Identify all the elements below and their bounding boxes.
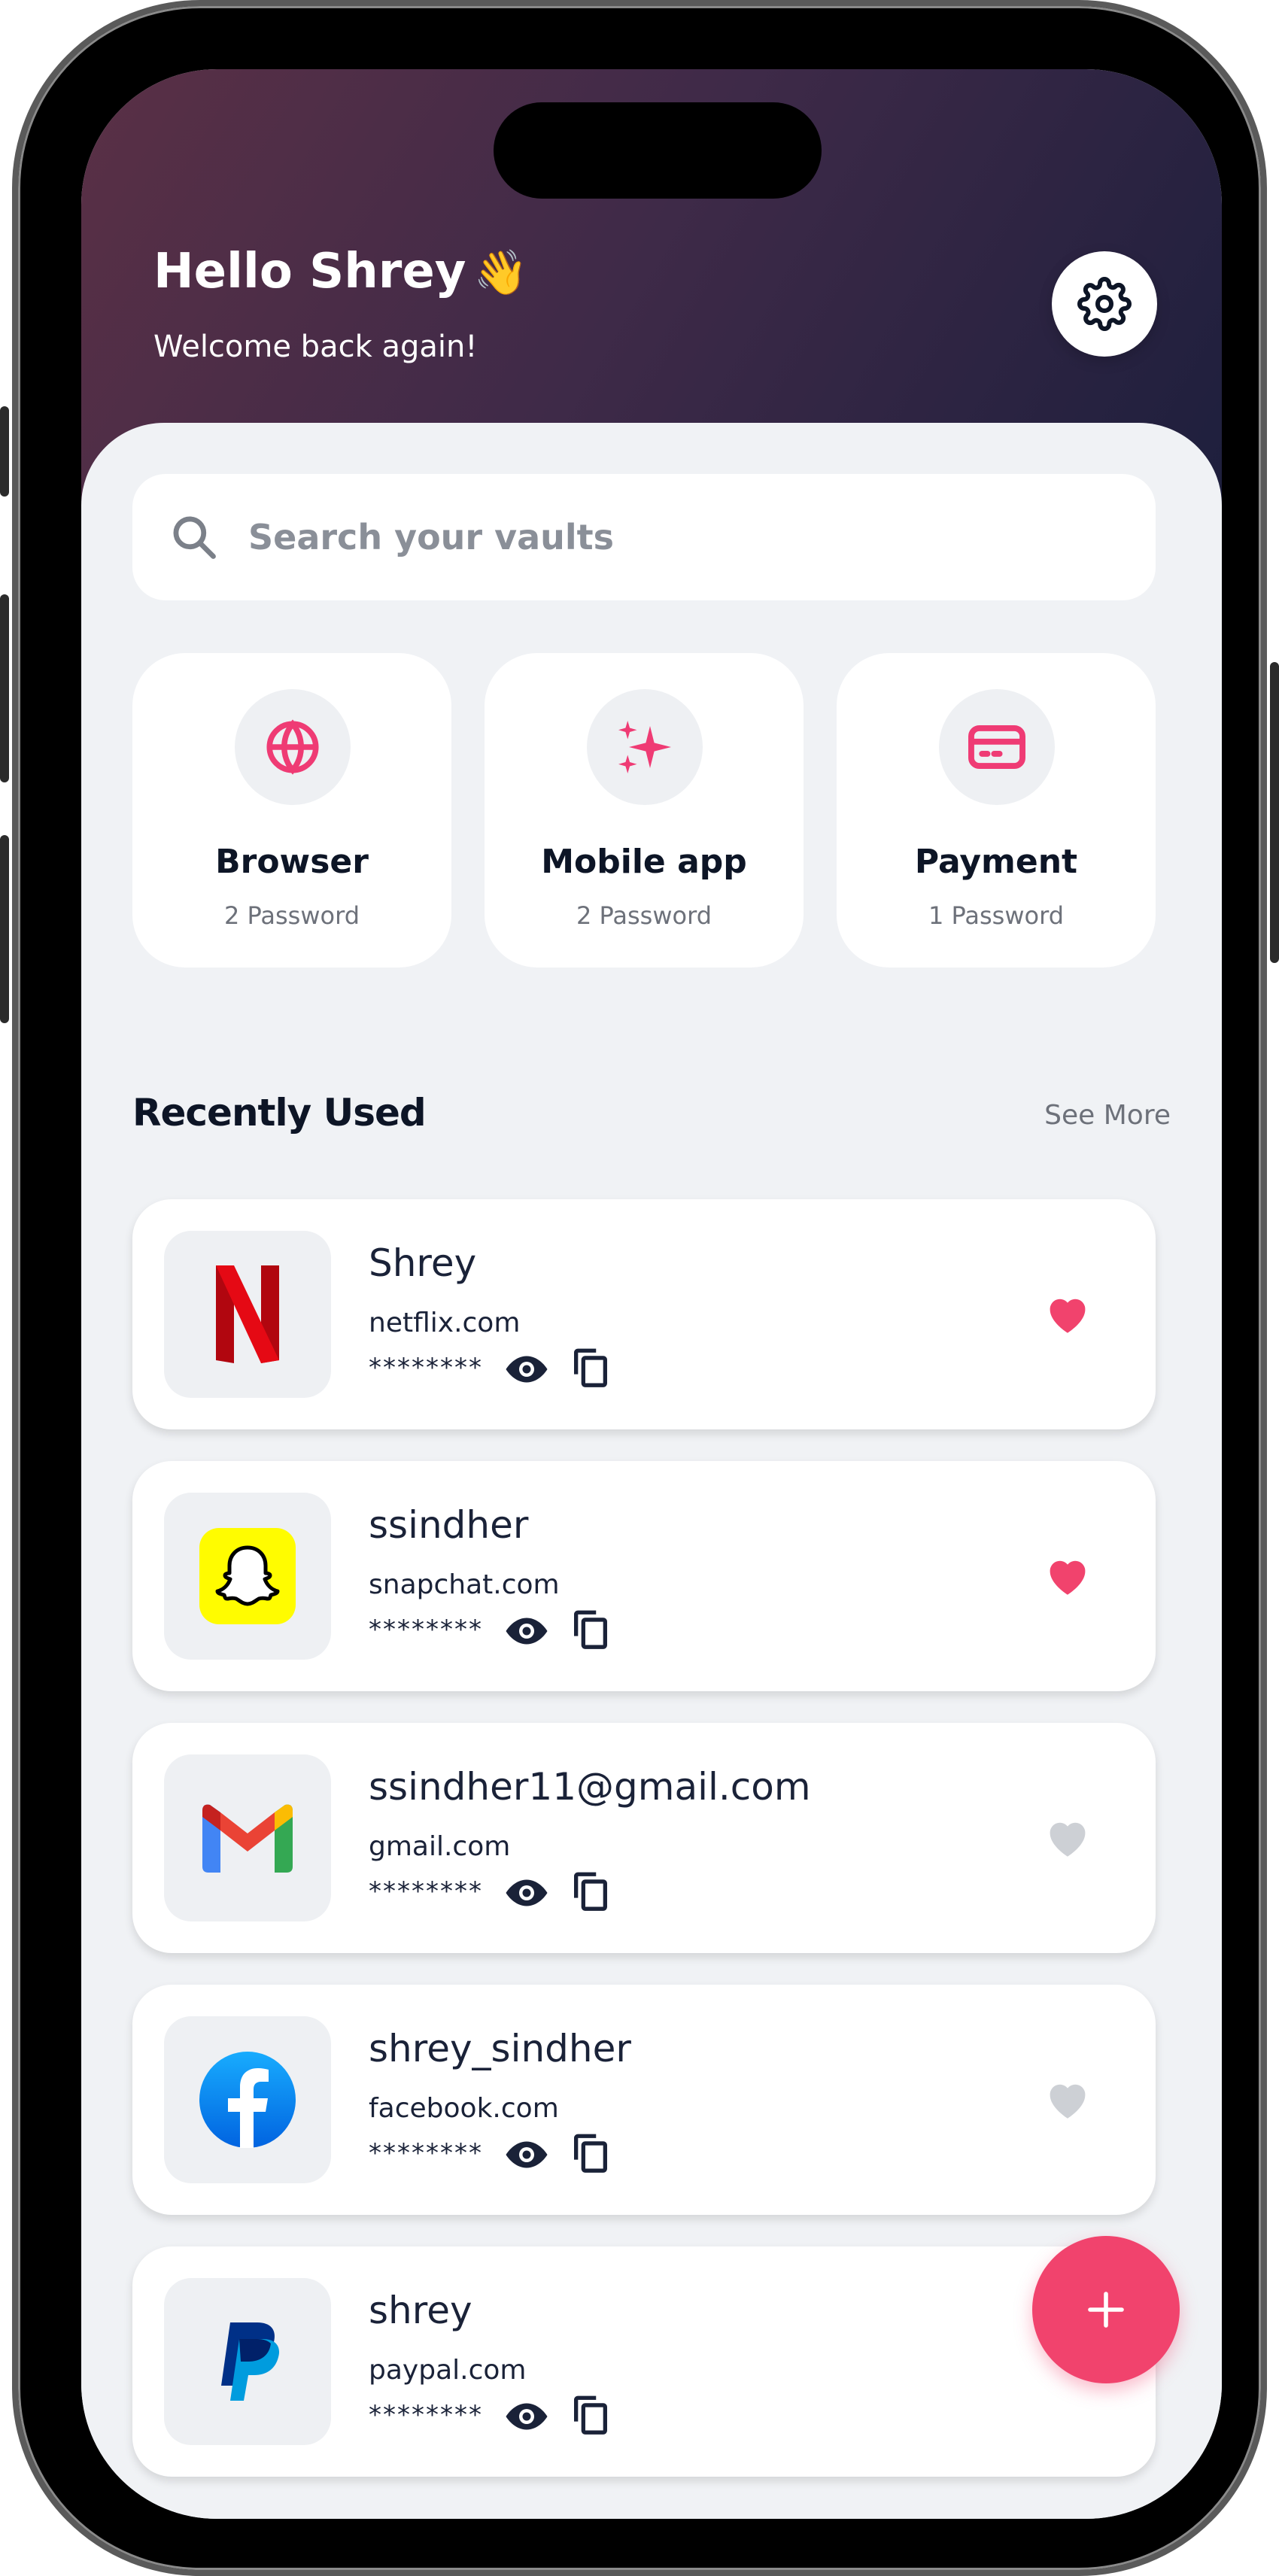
eye-icon[interactable] bbox=[504, 1347, 549, 1392]
password-mask: ******** bbox=[369, 1876, 483, 1906]
category-icon-wrap bbox=[587, 689, 703, 805]
account-domain: netflix.com bbox=[369, 1308, 521, 1338]
password-mask: ******** bbox=[369, 1353, 483, 1383]
copy-icon[interactable] bbox=[569, 1607, 612, 1651]
password-mask: ******** bbox=[369, 1615, 483, 1645]
account-domain: gmail.com bbox=[369, 1831, 511, 1862]
eye-icon[interactable] bbox=[504, 2394, 549, 2439]
eye-icon[interactable] bbox=[504, 1870, 549, 1915]
volume-up-button bbox=[0, 594, 9, 782]
password-mask: ******** bbox=[369, 2400, 483, 2430]
globe-icon bbox=[266, 719, 319, 775]
account-username: ssindher11@gmail.com bbox=[369, 1765, 811, 1809]
heart-icon[interactable] bbox=[1043, 1290, 1092, 1339]
list-item-gmail[interactable]: ssindher11@gmail.com gmail.com ******** bbox=[132, 1723, 1156, 1953]
heart-icon[interactable] bbox=[1043, 1813, 1092, 1863]
waving-hand-icon: 👋 bbox=[473, 247, 528, 298]
greeting-text: Hello Shrey bbox=[153, 244, 466, 299]
facebook-logo bbox=[199, 2052, 296, 2148]
category-browser[interactable]: Browser 2 Password bbox=[132, 653, 451, 968]
search-input[interactable] bbox=[247, 516, 1077, 558]
plus-icon bbox=[1088, 2292, 1124, 2328]
category-cards: Browser 2 Password Mobile app 2 Password bbox=[132, 653, 1156, 968]
logo-box bbox=[164, 1493, 331, 1660]
settings-button[interactable] bbox=[1052, 251, 1157, 357]
category-mobile-app[interactable]: Mobile app 2 Password bbox=[485, 653, 804, 968]
eye-icon[interactable] bbox=[504, 1608, 549, 1654]
heart-icon[interactable] bbox=[1043, 2075, 1092, 2125]
content-sheet: Browser 2 Password Mobile app 2 Password bbox=[81, 423, 1222, 2519]
account-username: ssindher bbox=[369, 1503, 529, 1547]
greeting-title: Hello Shrey 👋 bbox=[153, 244, 528, 299]
heart-icon[interactable] bbox=[1043, 1551, 1092, 1601]
recently-used-title: Recently Used bbox=[132, 1091, 427, 1135]
account-username: Shrey bbox=[369, 1241, 477, 1285]
gmail-logo bbox=[202, 1804, 293, 1873]
category-name: Browser bbox=[215, 843, 369, 881]
eye-icon[interactable] bbox=[504, 2132, 549, 2177]
list-item-paypal[interactable]: shrey paypal.com ******** bbox=[132, 2246, 1156, 2477]
list-item-snapchat[interactable]: ssindher snapchat.com ******** bbox=[132, 1461, 1156, 1691]
password-mask: ******** bbox=[369, 2138, 483, 2168]
account-domain: paypal.com bbox=[369, 2355, 527, 2386]
category-icon-wrap bbox=[939, 689, 1055, 805]
logo-box bbox=[164, 1754, 331, 1921]
copy-icon[interactable] bbox=[569, 1345, 612, 1389]
copy-icon[interactable] bbox=[569, 2392, 612, 2436]
category-count: 2 Password bbox=[576, 901, 712, 930]
logo-box bbox=[164, 2016, 331, 2183]
logo-box bbox=[164, 2278, 331, 2445]
welcome-subtitle: Welcome back again! bbox=[153, 330, 478, 364]
account-username: shrey bbox=[369, 2289, 472, 2332]
action-button bbox=[0, 406, 9, 497]
search-icon bbox=[173, 516, 216, 559]
copy-icon[interactable] bbox=[569, 2131, 612, 2174]
category-payment[interactable]: Payment 1 Password bbox=[837, 653, 1156, 968]
category-count: 2 Password bbox=[224, 901, 360, 930]
credit-card-icon bbox=[968, 724, 1025, 770]
copy-icon[interactable] bbox=[569, 1869, 612, 1912]
category-name: Mobile app bbox=[541, 843, 747, 881]
list-item-facebook[interactable]: shrey_sindher facebook.com ******** bbox=[132, 1985, 1156, 2215]
gear-icon bbox=[1077, 277, 1132, 331]
category-icon-wrap bbox=[235, 689, 351, 805]
account-domain: snapchat.com bbox=[369, 1569, 560, 1600]
see-more-link[interactable]: See More bbox=[1044, 1100, 1171, 1131]
netflix-logo bbox=[216, 1265, 279, 1363]
power-button bbox=[1270, 662, 1279, 963]
snapchat-logo bbox=[199, 1528, 296, 1624]
logo-box bbox=[164, 1231, 331, 1398]
add-password-button[interactable] bbox=[1032, 2236, 1180, 2383]
dynamic-island bbox=[494, 102, 822, 199]
app-screen: Hello Shrey 👋 Welcome back again! Search… bbox=[81, 69, 1222, 2519]
phone-frame: Hello Shrey 👋 Welcome back again! Search… bbox=[12, 0, 1267, 2576]
account-username: shrey_sindher bbox=[369, 2027, 631, 2070]
volume-down-button bbox=[0, 835, 9, 1023]
list-item-netflix[interactable]: Shrey netflix.com ******** bbox=[132, 1199, 1156, 1429]
category-name: Payment bbox=[914, 843, 1078, 881]
category-count: 1 Password bbox=[928, 901, 1064, 930]
sparkles-icon bbox=[618, 721, 671, 773]
search-bar[interactable] bbox=[132, 474, 1156, 600]
account-domain: facebook.com bbox=[369, 2093, 559, 2124]
paypal-logo bbox=[221, 2322, 280, 2401]
